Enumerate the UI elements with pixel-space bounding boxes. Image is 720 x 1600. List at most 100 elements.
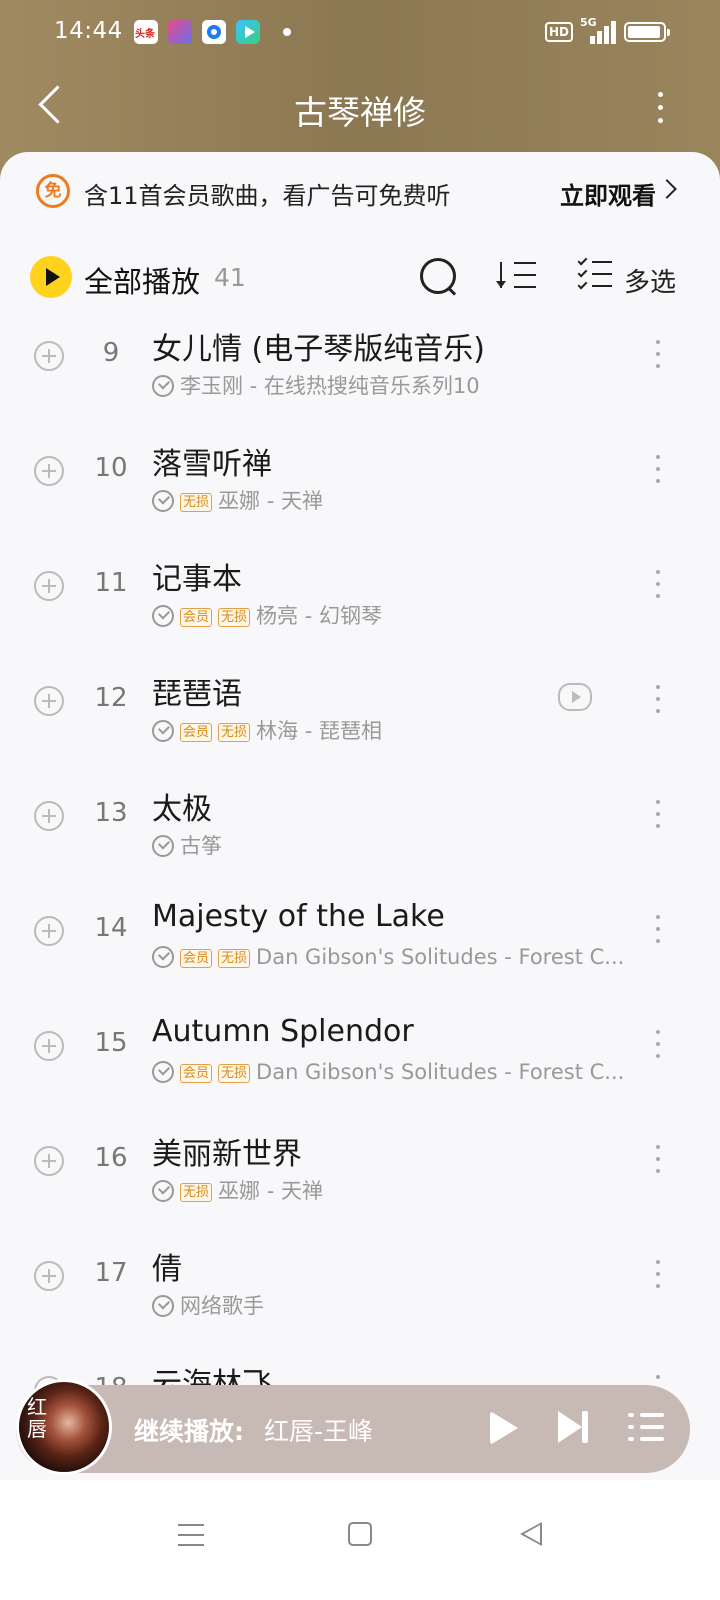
status-bar: 14:44 HD 5G [0,0,720,64]
playlist-queue-icon[interactable] [628,1411,664,1445]
search-icon[interactable] [418,256,458,296]
song-title: 落雪听禅 [152,447,272,482]
song-artist-album: 网络歌手 [180,1294,264,1318]
add-to-playlist-icon[interactable] [34,801,64,831]
signal-icon: 5G [572,16,616,44]
lossless-badge: 无损 [218,608,251,627]
song-more-icon[interactable] [648,334,668,374]
song-more-icon[interactable] [648,449,668,489]
song-more-icon[interactable] [648,1024,668,1064]
song-index: 15 [94,1028,128,1058]
song-title: 琵琶语 [152,677,242,712]
add-to-playlist-icon[interactable] [34,456,64,486]
downloaded-check-icon [152,720,174,742]
nav-back-icon[interactable] [520,1522,544,1546]
song-row[interactable]: 14 Majesty of the Lake 会员 无损 Dan Gibson's So… [0,889,720,1004]
now-playing-song[interactable]: 红唇-王峰 [264,1412,373,1448]
ad-banner[interactable]: 免 含11首会员歌曲，看广告可免费听 立即观看 [0,152,720,234]
song-subtitle: 会员 无损 杨亮 - 幻钢琴 [152,600,632,628]
song-title: Majesty of the Lake [152,899,445,934]
song-more-icon[interactable] [648,1139,668,1179]
song-row[interactable]: 9 女儿情 (电子琴版纯音乐) 李玉刚 - 在线热搜纯音乐系列10 [0,322,720,429]
song-artist-album: 杨亮 - 幻钢琴 [256,604,382,628]
song-more-icon[interactable] [648,1254,668,1294]
nav-recent-apps-icon[interactable] [178,1524,206,1548]
downloaded-check-icon [152,1180,174,1202]
song-more-icon[interactable] [648,909,668,949]
toutiao-notification-icon [134,20,158,44]
add-to-playlist-icon[interactable] [34,686,64,716]
nav-home-icon[interactable] [348,1522,372,1546]
status-time: 14:44 [54,18,123,44]
next-track-icon[interactable] [556,1409,596,1449]
song-artist-album: Dan Gibson's Solitudes - Forest C... [256,1060,625,1084]
song-title: 女儿情 (电子琴版纯音乐) [152,332,485,367]
add-to-playlist-icon[interactable] [34,341,64,371]
video-notification-icon [236,20,260,44]
lossless-badge: 无损 [180,493,213,512]
song-artist-album: 林海 - 琵琶相 [256,719,382,743]
app-notification-icon [168,20,192,44]
multi-select-button[interactable]: 多选 [624,262,676,299]
song-title: 美丽新世界 [152,1137,302,1172]
song-title: 倩 [152,1252,182,1287]
song-row[interactable]: 13 太极 古筝 [0,774,720,889]
song-row[interactable]: 12 琵琶语 会员 无损 林海 - 琵琶相 [0,659,720,774]
song-row[interactable]: 17 倩网络歌手 [0,1234,720,1349]
song-index: 14 [94,913,128,943]
resume-label: 继续播放: [134,1417,244,1446]
vip-badge: 会员 [180,949,213,968]
song-more-icon[interactable] [648,564,668,604]
song-more-icon[interactable] [648,679,668,719]
play-all-icon[interactable] [30,256,72,298]
free-icon: 免 [36,174,70,208]
downloaded-check-icon [152,946,174,968]
multi-select-icon[interactable] [576,255,612,294]
add-to-playlist-icon[interactable] [34,571,64,601]
song-more-icon[interactable] [648,794,668,834]
more-options-icon[interactable] [640,88,680,128]
song-artist-album: 李玉刚 - 在线热搜纯音乐系列10 [180,374,480,398]
song-subtitle: 无损 巫娜 - 天禅 [152,1175,632,1203]
album-cover-lettering: 红唇 [27,1395,47,1441]
song-subtitle: 李玉刚 - 在线热搜纯音乐系列10 [152,370,632,398]
add-to-playlist-icon[interactable] [34,1146,64,1176]
song-subtitle: 会员 无损 Dan Gibson's Solitudes - Forest C... [152,1060,632,1088]
lossless-badge: 无损 [180,1183,213,1202]
song-artist-album: 古筝 [180,834,222,858]
song-row[interactable]: 10 落雪听禅 无损 巫娜 - 天禅 [0,429,720,544]
song-index: 12 [94,683,128,713]
downloaded-check-icon [152,1295,174,1317]
album-cover[interactable]: 红唇 [16,1379,112,1475]
add-to-playlist-icon[interactable] [34,1261,64,1291]
downloaded-check-icon [152,835,174,857]
network-type-label: 5G [580,16,597,29]
song-artist-album: 巫娜 - 天禅 [218,1179,323,1203]
add-to-playlist-icon[interactable] [34,916,64,946]
song-index: 9 [102,338,120,368]
watch-now-link[interactable]: 立即观看 [560,176,656,211]
chevron-right-icon [657,179,677,199]
playlist-panel: 免 含11首会员歌曲，看广告可免费听 立即观看 全部播放 41 多选 9 女儿情 … [0,152,720,1512]
sort-icon[interactable] [496,258,536,294]
mini-player[interactable]: 红唇 继续播放: 红唇-王峰 [16,1379,690,1475]
more-notifications-icon [283,28,291,36]
downloaded-check-icon [152,375,174,397]
add-to-playlist-icon[interactable] [34,1031,64,1061]
song-count: 41 [214,263,246,292]
song-row[interactable]: 15 Autumn Splendor 会员 无损 Dan Gibson's Solitu… [0,1004,720,1119]
song-row[interactable]: 16 美丽新世界无损 巫娜 - 天禅 [0,1119,720,1234]
song-subtitle: 会员 无损 Dan Gibson's Solitudes - Forest C... [152,945,632,973]
music-video-icon[interactable] [558,683,592,711]
play-all-button[interactable]: 全部播放 [84,259,200,301]
hd-voice-icon: HD [545,22,574,42]
downloaded-check-icon [152,605,174,627]
lossless-badge: 无损 [218,1064,251,1083]
page-title: 古琴禅修 [294,93,426,132]
song-index: 16 [94,1143,128,1173]
list-toolbar: 全部播放 41 多选 [0,244,720,314]
song-title: Autumn Splendor [152,1014,414,1049]
lossless-badge: 无损 [218,949,251,968]
song-row[interactable]: 11 记事本 会员 无损 杨亮 - 幻钢琴 [0,544,720,659]
play-icon[interactable] [486,1409,526,1449]
